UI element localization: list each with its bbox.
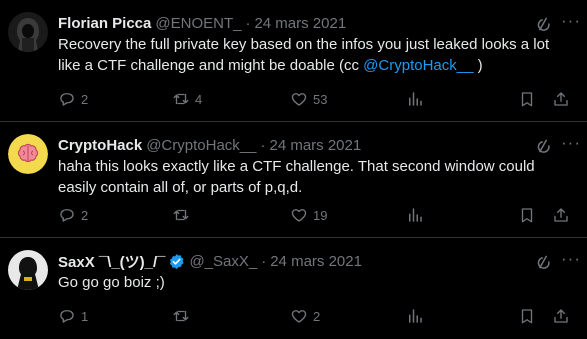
- mention-link[interactable]: @CryptoHack__: [363, 57, 473, 74]
- views-icon: [409, 309, 422, 323]
- tweet-date[interactable]: 24 mars 2021: [269, 137, 361, 154]
- tweet-text: Recovery the full private key based on t…: [58, 34, 568, 76]
- tweet[interactable]: SaxX ¯\_(ツ)_/¯ @_SaxX_ · 24 mars 2021 ··…: [0, 238, 587, 339]
- author-handle[interactable]: @ENOENT_: [155, 15, 241, 32]
- tweet-header: CryptoHack @CryptoHack__ · 24 mars 2021: [58, 135, 575, 155]
- tweet[interactable]: CryptoHack @CryptoHack__ · 24 mars 2021 …: [0, 122, 587, 238]
- heart-icon: [291, 310, 307, 323]
- tweet-text-part: ): [473, 57, 483, 74]
- reply-icon: [60, 93, 74, 106]
- retweet-icon: [173, 209, 189, 221]
- bookmark-button[interactable]: [518, 206, 541, 224]
- author-name[interactable]: CryptoHack: [58, 137, 142, 154]
- verified-badge: [168, 253, 185, 270]
- separator-dot: ·: [245, 14, 251, 32]
- reply-icon: [60, 310, 74, 323]
- bookmark-icon: [521, 208, 533, 223]
- tweet-actions: 1 2: [58, 306, 575, 326]
- tweet-thread: Florian Picca @ENOENT_ · 24 mars 2021 ··…: [0, 0, 587, 339]
- share-button[interactable]: [552, 90, 575, 108]
- bookmark-icon: [521, 309, 533, 324]
- reply-count: 2: [81, 207, 89, 223]
- reply-count: 1: [81, 308, 89, 324]
- tweet-text: haha this looks exactly like a CTF chall…: [58, 158, 535, 196]
- reply-button[interactable]: 2: [58, 90, 88, 108]
- like-count: 53: [313, 91, 328, 107]
- like-count: 19: [313, 207, 328, 223]
- avatar[interactable]: [8, 12, 48, 52]
- retweet-button[interactable]: 4: [172, 90, 202, 108]
- like-count: 2: [313, 308, 321, 324]
- author-name[interactable]: SaxX ¯\_(ツ)_/¯: [58, 251, 165, 272]
- author-handle[interactable]: @CryptoHack__: [146, 137, 256, 154]
- like-button[interactable]: 19: [290, 206, 327, 224]
- tweet-actions: 2 4 53: [58, 89, 575, 109]
- share-icon: [554, 309, 568, 323]
- bookmark-button[interactable]: [518, 90, 541, 108]
- grok-icon[interactable]: [535, 15, 553, 33]
- author-name[interactable]: Florian Picca: [58, 15, 151, 32]
- more-icon[interactable]: ···: [561, 250, 580, 271]
- retweet-icon: [173, 93, 189, 105]
- views-button[interactable]: [406, 90, 429, 108]
- tweet-header: SaxX ¯\_(ツ)_/¯ @_SaxX_ · 24 mars 2021: [58, 251, 575, 271]
- tweet[interactable]: Florian Picca @ENOENT_ · 24 mars 2021 ··…: [0, 0, 587, 122]
- more-icon[interactable]: ···: [561, 134, 580, 155]
- more-icon[interactable]: ···: [561, 12, 580, 33]
- tweet-header: Florian Picca @ENOENT_ · 24 mars 2021: [58, 13, 575, 33]
- reply-button[interactable]: 1: [58, 307, 88, 325]
- retweet-button[interactable]: [172, 206, 195, 224]
- grok-icon[interactable]: [535, 137, 553, 155]
- author-handle[interactable]: @_SaxX_: [189, 253, 257, 270]
- retweet-count: 4: [195, 91, 203, 107]
- bookmark-button[interactable]: [518, 307, 541, 325]
- like-button[interactable]: 2: [290, 307, 320, 325]
- views-button[interactable]: [406, 307, 429, 325]
- avatar[interactable]: [8, 134, 48, 174]
- grok-icon[interactable]: [535, 253, 553, 271]
- retweet-icon: [173, 310, 189, 322]
- views-icon: [409, 92, 422, 106]
- separator-dot: ·: [260, 136, 266, 154]
- tweet-text: Go go go boiz ;): [58, 274, 165, 291]
- share-button[interactable]: [552, 307, 575, 325]
- views-icon: [409, 208, 422, 222]
- like-button[interactable]: 53: [290, 90, 327, 108]
- views-button[interactable]: [406, 206, 429, 224]
- hooded-figure-avatar-icon: [8, 12, 48, 52]
- retweet-button[interactable]: [172, 307, 195, 325]
- reply-icon: [60, 209, 74, 222]
- verified-icon: [170, 253, 185, 269]
- tweet-date[interactable]: 24 mars 2021: [270, 253, 362, 270]
- share-button[interactable]: [552, 206, 575, 224]
- share-icon: [554, 92, 568, 106]
- avatar[interactable]: [8, 250, 48, 290]
- share-icon: [554, 208, 568, 222]
- tweet-actions: 2 19: [58, 205, 575, 225]
- tweet-date[interactable]: 24 mars 2021: [254, 15, 346, 32]
- heart-icon: [291, 209, 307, 222]
- reply-button[interactable]: 2: [58, 206, 88, 224]
- hooded-figure-photo-icon: [8, 250, 48, 290]
- bookmark-icon: [521, 92, 533, 107]
- brain-avatar-icon: [8, 134, 48, 174]
- separator-dot: ·: [261, 252, 267, 270]
- reply-count: 2: [81, 91, 89, 107]
- heart-icon: [291, 93, 307, 106]
